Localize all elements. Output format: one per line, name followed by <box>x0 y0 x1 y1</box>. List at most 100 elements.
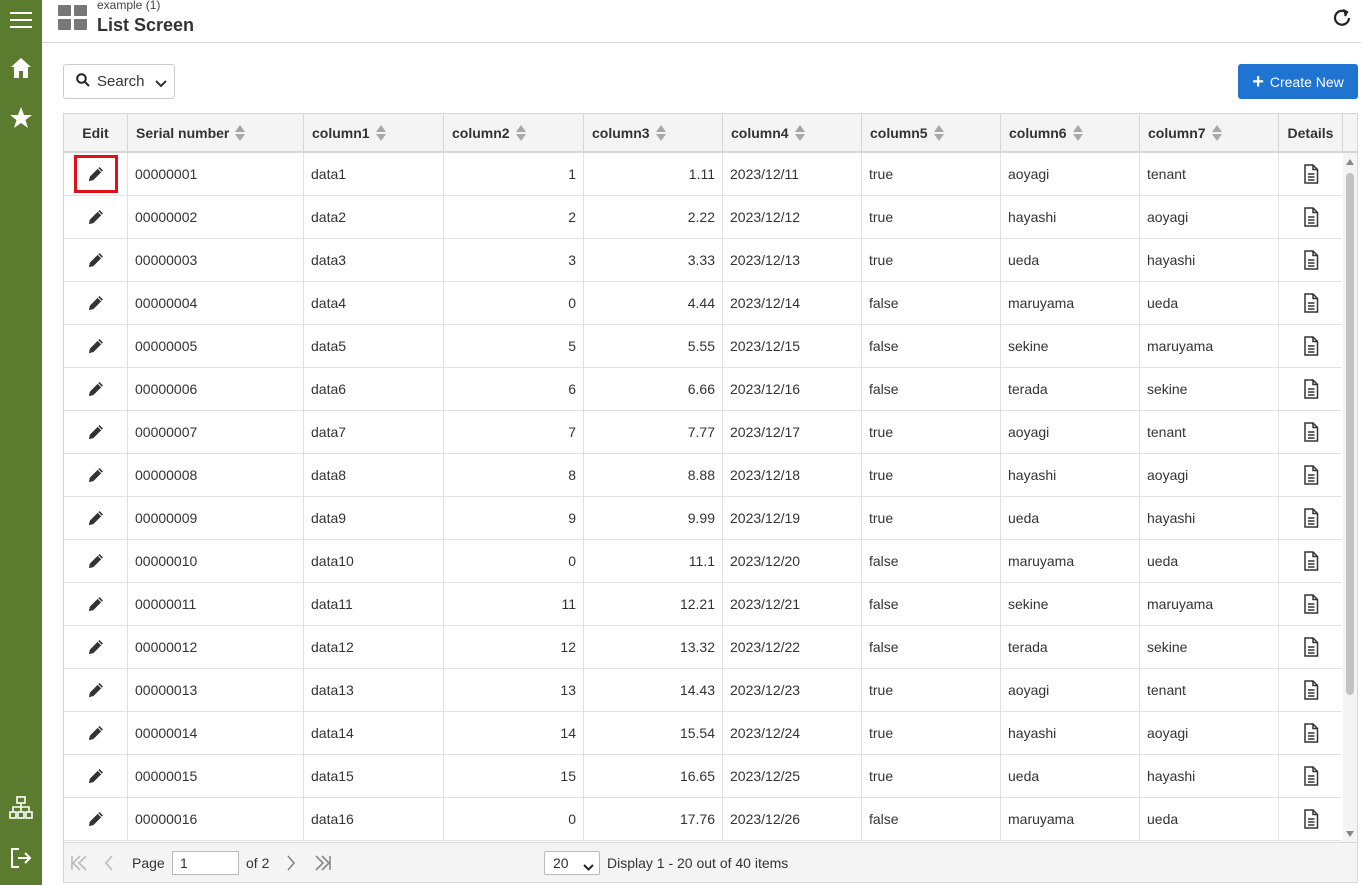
pencil-icon[interactable] <box>86 551 106 571</box>
cell-column2: 0 <box>444 282 584 324</box>
next-page-icon[interactable] <box>280 852 302 874</box>
page-size-select[interactable]: 20 <box>544 851 600 875</box>
sort-icon[interactable] <box>375 124 386 142</box>
cell-column6: hayashi <box>1001 196 1140 238</box>
cell-column7: tenant <box>1140 669 1279 711</box>
cell-details <box>1279 153 1342 195</box>
cell-serial-number: 00000008 <box>128 454 304 496</box>
pencil-icon[interactable] <box>86 379 106 399</box>
last-page-icon[interactable] <box>312 852 334 874</box>
header: example (1) List Screen <box>42 0 1361 43</box>
cell-column4: 2023/12/12 <box>723 196 862 238</box>
sitemap-icon[interactable] <box>0 788 42 828</box>
first-page-icon[interactable] <box>68 852 90 874</box>
pencil-icon[interactable] <box>86 422 106 442</box>
cell-column3: 16.65 <box>584 755 723 797</box>
document-icon[interactable] <box>1303 465 1319 485</box>
column-header-column5[interactable]: column5 <box>862 114 1001 151</box>
pencil-icon[interactable] <box>86 594 106 614</box>
cell-details <box>1279 540 1342 582</box>
pencil-icon[interactable] <box>86 637 106 657</box>
sort-icon[interactable] <box>1072 124 1083 142</box>
pencil-icon[interactable] <box>86 207 106 227</box>
page-title: List Screen <box>97 15 195 35</box>
column-header-column3[interactable]: column3 <box>584 114 723 151</box>
pencil-icon[interactable] <box>86 164 106 184</box>
home-icon[interactable] <box>0 48 42 88</box>
logout-icon[interactable] <box>0 838 42 878</box>
document-icon[interactable] <box>1303 508 1319 528</box>
scroll-up-icon[interactable] <box>1346 159 1354 165</box>
document-icon[interactable] <box>1303 293 1319 313</box>
cell-edit <box>64 583 128 625</box>
cell-edit <box>64 153 128 195</box>
pencil-icon[interactable] <box>86 723 106 743</box>
document-icon[interactable] <box>1303 379 1319 399</box>
sort-icon[interactable] <box>933 124 944 142</box>
pencil-icon[interactable] <box>86 766 106 786</box>
cell-serial-number: 00000001 <box>128 153 304 195</box>
document-icon[interactable] <box>1303 766 1319 786</box>
cell-details <box>1279 325 1342 367</box>
cell-column2: 12 <box>444 626 584 668</box>
cell-column1: data3 <box>304 239 444 281</box>
column-header-column1[interactable]: column1 <box>304 114 444 151</box>
column-header-serial-number[interactable]: Serial number <box>128 114 304 151</box>
cell-column5: false <box>862 626 1001 668</box>
scroll-down-icon[interactable] <box>1346 831 1354 837</box>
cell-column2: 2 <box>444 196 584 238</box>
cell-column3: 1.11 <box>584 153 723 195</box>
document-icon[interactable] <box>1303 250 1319 270</box>
column-header-column6[interactable]: column6 <box>1001 114 1140 151</box>
cell-serial-number: 00000006 <box>128 368 304 410</box>
document-icon[interactable] <box>1303 594 1319 614</box>
document-icon[interactable] <box>1303 723 1319 743</box>
pencil-icon[interactable] <box>86 293 106 313</box>
cell-column5: false <box>862 325 1001 367</box>
table-row: 00000011 data11 11 12.21 2023/12/21 false seki… <box>64 583 1342 626</box>
cell-column6: sekine <box>1001 583 1140 625</box>
pencil-icon[interactable] <box>86 336 106 356</box>
column-header-column7[interactable]: column7 <box>1140 114 1279 151</box>
pencil-icon[interactable] <box>86 508 106 528</box>
sort-icon[interactable] <box>1211 124 1222 142</box>
document-icon[interactable] <box>1303 164 1319 184</box>
document-icon[interactable] <box>1303 551 1319 571</box>
scroll-thumb[interactable] <box>1346 173 1354 695</box>
document-icon[interactable] <box>1303 422 1319 442</box>
table-row: 00000012 data12 12 13.32 2023/12/22 false tera… <box>64 626 1342 669</box>
star-icon[interactable] <box>0 98 42 138</box>
column-header-column4[interactable]: column4 <box>723 114 862 151</box>
cell-details <box>1279 755 1342 797</box>
page-size-value: 20 <box>553 855 569 871</box>
create-new-button[interactable]: + Create New <box>1238 64 1358 99</box>
sort-icon[interactable] <box>235 124 246 142</box>
pencil-icon[interactable] <box>86 465 106 485</box>
column-header-column2[interactable]: column2 <box>444 114 584 151</box>
document-icon[interactable] <box>1303 207 1319 227</box>
sort-icon[interactable] <box>515 124 526 142</box>
search-button[interactable]: Search <box>63 64 175 99</box>
document-icon[interactable] <box>1303 680 1319 700</box>
document-icon[interactable] <box>1303 809 1319 829</box>
chevron-down-icon <box>155 76 167 92</box>
previous-page-icon[interactable] <box>98 852 120 874</box>
vertical-scrollbar[interactable] <box>1343 153 1357 842</box>
cell-column3: 14.43 <box>584 669 723 711</box>
pencil-icon[interactable] <box>86 250 106 270</box>
menu-icon[interactable] <box>0 0 42 40</box>
page-label: Page <box>132 855 165 871</box>
cell-column3: 2.22 <box>584 196 723 238</box>
cell-column2: 7 <box>444 411 584 453</box>
document-icon[interactable] <box>1303 637 1319 657</box>
refresh-icon[interactable] <box>1331 7 1353 29</box>
pencil-icon[interactable] <box>86 680 106 700</box>
sort-icon[interactable] <box>655 124 666 142</box>
cell-column6: ueda <box>1001 755 1140 797</box>
cell-column5: true <box>862 411 1001 453</box>
pencil-icon[interactable] <box>86 809 106 829</box>
document-icon[interactable] <box>1303 336 1319 356</box>
page-number-input[interactable] <box>172 851 239 875</box>
sort-icon[interactable] <box>794 124 805 142</box>
cell-details <box>1279 583 1342 625</box>
